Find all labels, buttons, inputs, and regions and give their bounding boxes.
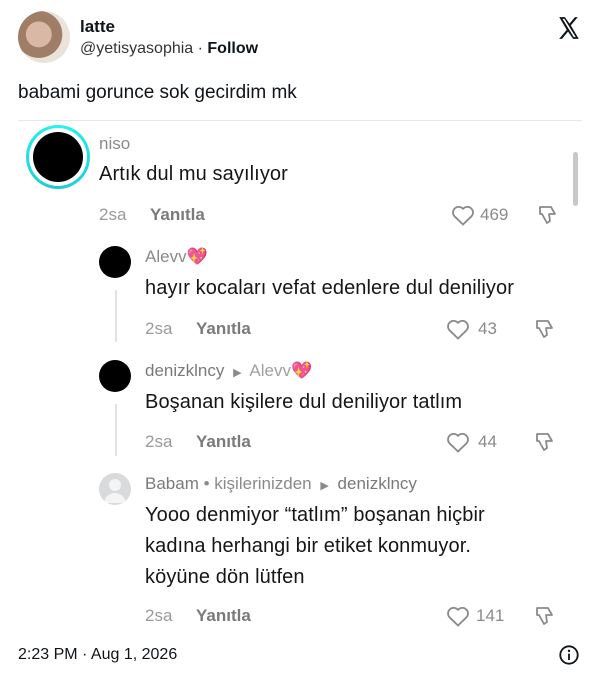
play-arrow-icon: ▶ [233,367,242,379]
comment-text: Boşanan kişilere dul deniliyor tatlım [145,391,463,413]
comment-text: Artık dul mu sayılıyor [99,163,288,185]
x-logo-icon[interactable] [556,15,582,41]
reply-to-author[interactable]: Alevv [249,361,291,380]
comment-author-row: Babam • kişilerinizden ▶ denizklncy [145,474,417,494]
comment-text-line: köyüne dön lütfen [145,566,305,588]
comment-text-line: Yooo denmiyor “tatlım” boşanan hiçbir [145,504,485,526]
thread-line [115,404,117,456]
follow-button[interactable]: Follow [207,40,258,57]
info-icon[interactable] [558,644,580,666]
comment-time: 2sa [145,319,173,338]
reply-to-author[interactable]: denizklncy [338,474,417,493]
comment-author-row: Alevv💖 [145,247,208,267]
comment-avatar[interactable] [99,246,131,278]
contact-badge: • kişilerinizden [203,474,312,493]
comment-text: hayır kocaları vefat edenlere dul denili… [145,277,514,299]
reply-button[interactable]: Yanıtla [150,205,205,225]
like-count: 44 [478,432,497,451]
dislike-icon[interactable] [533,430,557,454]
thread-line [115,290,117,342]
heart-icon[interactable] [446,431,470,453]
display-name[interactable]: latte [80,17,115,37]
handle[interactable]: @yetisyasophia [80,40,193,57]
heart-icon[interactable] [451,204,475,226]
like-count: 43 [478,319,497,338]
comment-author[interactable]: denizklncy [145,361,224,380]
reply-button[interactable]: Yanıtla [196,319,251,339]
comment-avatar[interactable] [99,360,131,392]
comment-time: 2sa [99,205,127,224]
like-count: 141 [476,606,505,625]
comment-author-row: denizklncy ▶ Alevv💖 [145,361,312,381]
separator: · [193,40,208,57]
comment-time: 2sa [145,606,173,625]
heart-emoji: 💖 [186,247,208,266]
comment-time: 2sa [145,432,173,451]
author-avatar[interactable] [18,11,70,63]
heart-icon[interactable] [446,605,470,627]
heart-emoji: 💖 [290,361,313,380]
post-timestamp[interactable]: 2:23 PM · Aug 1, 2026 [18,646,177,664]
comment-author[interactable]: Babam [145,474,199,493]
comment-avatar[interactable] [33,132,83,182]
dislike-icon[interactable] [533,604,557,628]
handle-row: @yetisyasophia · Follow [80,40,258,58]
scrollbar[interactable] [573,152,578,206]
comment-author[interactable]: Alevv [145,247,187,266]
dislike-icon[interactable] [533,317,557,341]
tweet-text: babami gorunce sok gecirdim mk [18,82,297,103]
comment-text-line: kadına herhangi bir etiket konmuyor. [145,535,472,557]
reply-button[interactable]: Yanıtla [196,606,251,626]
heart-icon[interactable] [446,318,470,340]
reply-button[interactable]: Yanıtla [196,432,251,452]
like-count: 469 [480,205,509,224]
comment-author[interactable]: niso [99,134,130,154]
default-avatar-icon[interactable] [99,473,131,505]
play-arrow-icon: ▶ [320,480,329,492]
dislike-icon[interactable] [536,203,560,227]
